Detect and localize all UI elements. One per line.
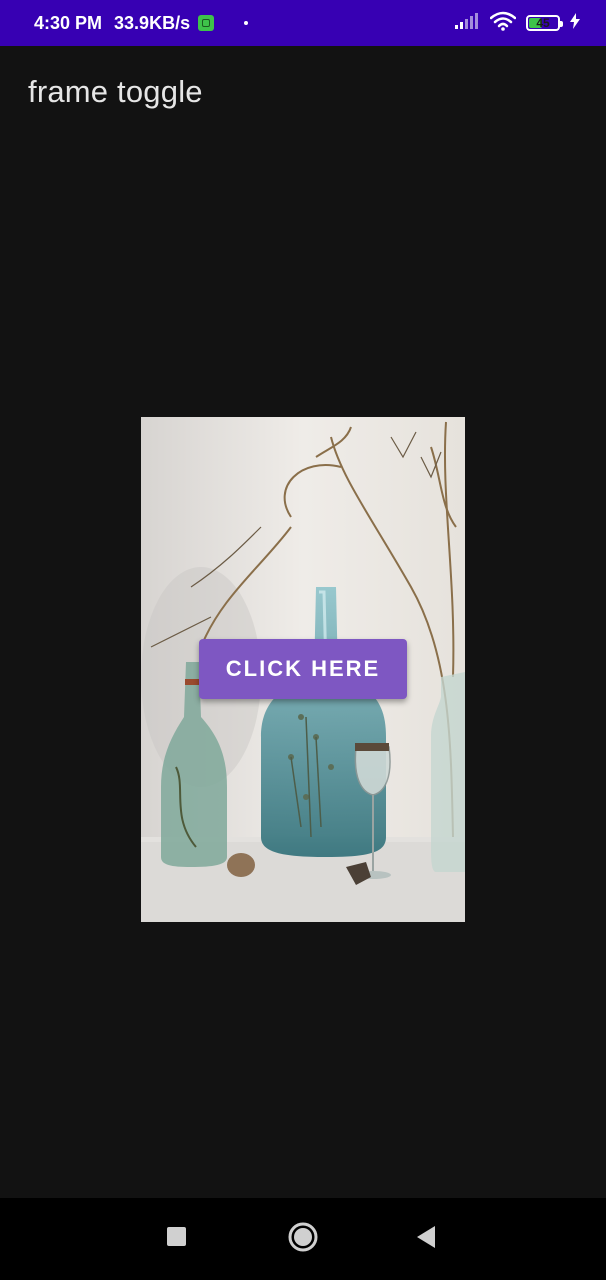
- recents-square-icon: [166, 1226, 188, 1253]
- battery-cap: [560, 21, 563, 27]
- battery-icon: 45: [526, 15, 563, 31]
- home-button[interactable]: [263, 1198, 343, 1280]
- app-title: frame toggle: [28, 74, 203, 109]
- back-button[interactable]: [386, 1198, 466, 1280]
- status-net-speed: 33.9KB/s: [114, 12, 191, 33]
- status-bar: 4:30 PM 33.9KB/s 45: [0, 0, 606, 46]
- battery-level: 45: [536, 16, 550, 30]
- status-right-group: 45: [454, 0, 580, 46]
- back-triangle-icon: [415, 1225, 437, 1254]
- wifi-icon: [489, 11, 517, 36]
- home-circle-icon: [287, 1221, 319, 1258]
- recents-button[interactable]: [137, 1198, 217, 1280]
- notification-app-icon: [198, 15, 215, 31]
- status-time: 4:30 PM: [34, 12, 103, 33]
- click-here-button[interactable]: CLICK HERE: [199, 639, 407, 699]
- notification-dot-icon: [244, 21, 249, 25]
- signal-icon: [454, 12, 480, 35]
- charging-bolt-icon: [570, 12, 580, 34]
- status-left-group: 4:30 PM 33.9KB/s: [34, 0, 249, 46]
- navigation-bar: [0, 1198, 606, 1280]
